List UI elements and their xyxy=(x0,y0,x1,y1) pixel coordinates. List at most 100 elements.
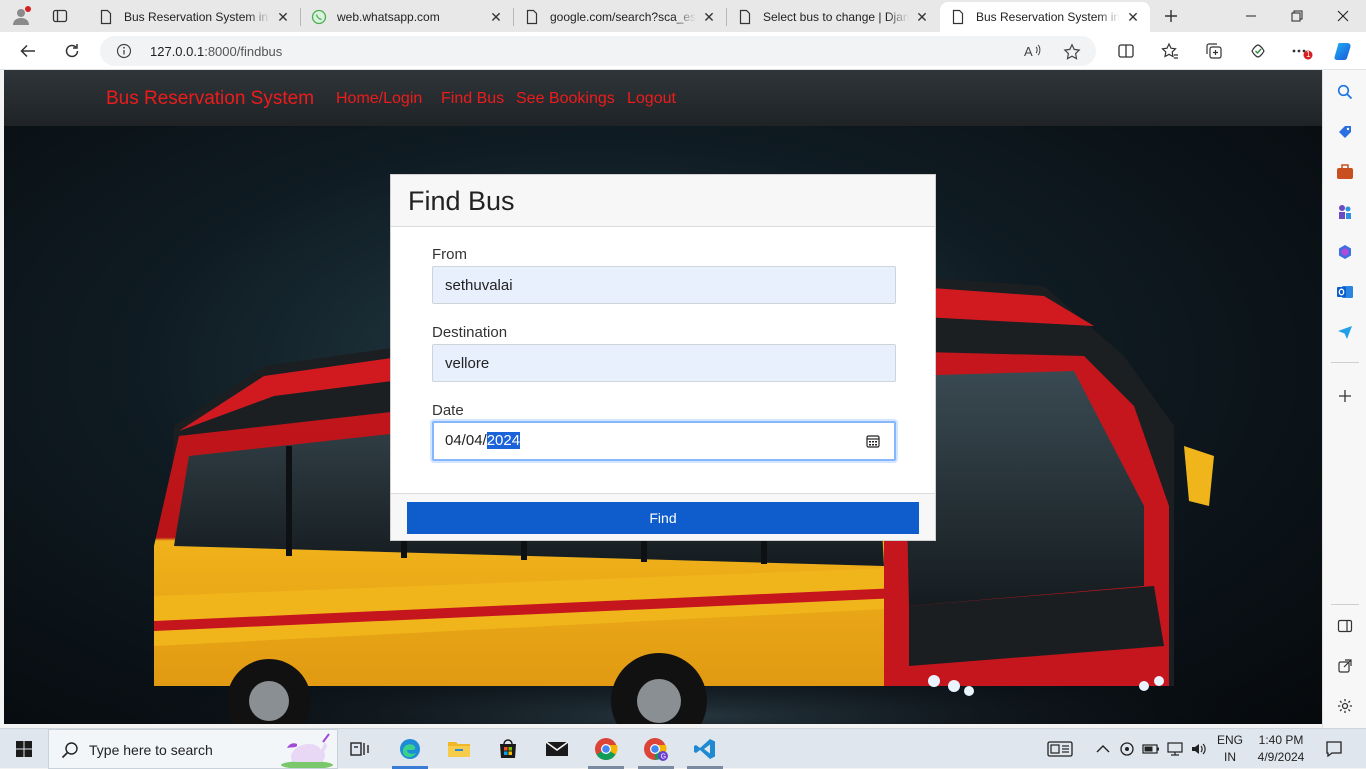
site-info-icon[interactable] xyxy=(116,43,132,59)
volume-icon[interactable] xyxy=(1188,735,1210,763)
destination-value: vellore xyxy=(445,355,490,372)
tab-title: Select bus to change | Djang xyxy=(763,10,909,24)
copilot-icon[interactable] xyxy=(1330,37,1358,65)
settings-more-icon[interactable]: 1 xyxy=(1288,37,1316,65)
input-language-bottom[interactable]: IN xyxy=(1214,750,1246,764)
collections-icon[interactable] xyxy=(1200,37,1228,65)
date-prefix: 04/04/ xyxy=(445,432,487,449)
chrome-profile-icon[interactable]: G xyxy=(642,735,670,763)
restore-icon[interactable] xyxy=(1274,0,1320,32)
tab-title: google.com/search?sca_esv xyxy=(550,10,696,24)
send-drop-icon[interactable] xyxy=(1335,322,1355,342)
mail-icon[interactable] xyxy=(543,735,571,763)
network-icon[interactable] xyxy=(1164,735,1186,763)
microsoft-365-icon[interactable] xyxy=(1335,242,1355,262)
nav-link-see-bookings[interactable]: See Bookings xyxy=(516,90,615,108)
page-icon xyxy=(737,9,753,25)
destination-input[interactable]: vellore xyxy=(432,344,896,382)
games-chess-icon[interactable] xyxy=(1335,202,1355,222)
task-view-icon[interactable] xyxy=(346,735,374,763)
tools-briefcase-icon[interactable] xyxy=(1335,162,1355,182)
new-tab-icon[interactable] xyxy=(1158,4,1184,28)
close-tab-icon[interactable]: ✕ xyxy=(487,8,505,26)
back-icon[interactable] xyxy=(14,37,42,65)
url-bar[interactable]: 127.0.0.1:8000/findbus A xyxy=(100,36,1096,66)
favorites-icon[interactable] xyxy=(1156,37,1184,65)
split-screen-icon[interactable] xyxy=(1112,37,1140,65)
tab-title: Bus Reservation System in D xyxy=(976,10,1120,24)
close-tab-icon[interactable]: ✕ xyxy=(700,8,718,26)
windows-start-icon[interactable] xyxy=(10,735,38,763)
close-tab-icon[interactable]: ✕ xyxy=(913,8,931,26)
edge-taskbar-icon[interactable] xyxy=(396,735,424,763)
open-external-icon[interactable] xyxy=(1335,656,1355,676)
date-input[interactable]: 04/04/2024 xyxy=(432,421,896,461)
tab-title: web.whatsapp.com xyxy=(337,10,440,24)
notifications-icon[interactable] xyxy=(1320,735,1348,763)
battery-icon[interactable] xyxy=(1140,735,1162,763)
card-header: Find Bus xyxy=(391,175,935,227)
nav-link-logout[interactable]: Logout xyxy=(627,90,676,108)
page-icon xyxy=(950,9,966,25)
add-sidebar-app-icon[interactable] xyxy=(1335,386,1355,406)
clock-date[interactable]: 4/9/2024 xyxy=(1250,750,1312,764)
page-viewport: Bus Reservation System Home/Login Find B… xyxy=(4,70,1322,724)
search-highlight-unicorn-icon xyxy=(277,732,335,768)
file-explorer-icon[interactable] xyxy=(445,735,473,763)
date-year-selected: 2024 xyxy=(486,432,521,449)
url-path: :8000/findbus xyxy=(204,44,283,59)
tab-google-search[interactable]: google.com/search?sca_esv ✕ xyxy=(514,2,726,32)
card-title: Find Bus xyxy=(408,186,515,216)
nav-link-home-login[interactable]: Home/Login xyxy=(336,90,422,108)
find-bus-card: Find Bus From sethuvalai Destination vel… xyxy=(390,174,936,541)
tab-actions-icon[interactable] xyxy=(47,4,73,28)
tab-title: Bus Reservation System in Dj xyxy=(124,10,270,24)
url-text: 127.0.0.1:8000/findbus xyxy=(150,44,282,59)
sidebar-separator xyxy=(1331,362,1359,363)
from-input[interactable]: sethuvalai xyxy=(432,266,896,304)
shopping-tag-icon[interactable] xyxy=(1335,122,1355,142)
sidebar-settings-gear-icon[interactable] xyxy=(1335,696,1355,716)
edge-sidebar xyxy=(1322,70,1366,728)
svg-text:A: A xyxy=(1024,44,1033,59)
close-tab-icon[interactable]: ✕ xyxy=(274,8,292,26)
close-tab-icon[interactable]: ✕ xyxy=(1124,8,1142,26)
tab-bus-reservation-1[interactable]: Bus Reservation System in Dj ✕ xyxy=(88,2,300,32)
vscode-icon[interactable] xyxy=(691,735,719,763)
read-aloud-icon[interactable]: A xyxy=(1024,43,1042,59)
outlook-icon[interactable] xyxy=(1335,282,1355,302)
tab-django-admin[interactable]: Select bus to change | Djang ✕ xyxy=(727,2,939,32)
news-widget-icon[interactable] xyxy=(1046,735,1074,763)
browser-tab-strip: Bus Reservation System in Dj ✕ web.whats… xyxy=(0,0,1366,32)
chrome-icon[interactable] xyxy=(592,735,620,763)
taskbar-search-box[interactable]: Type here to search xyxy=(48,729,338,769)
browser-essentials-icon[interactable] xyxy=(1244,37,1272,65)
from-value: sethuvalai xyxy=(445,277,513,294)
tab-bus-reservation-active[interactable]: Bus Reservation System in D ✕ xyxy=(940,2,1150,32)
search-icon xyxy=(61,741,79,759)
clock-time[interactable]: 1:40 PM xyxy=(1250,733,1312,747)
close-window-icon[interactable] xyxy=(1320,0,1366,32)
input-language-top[interactable]: ENG xyxy=(1214,733,1246,747)
svg-text:G: G xyxy=(661,754,666,761)
calendar-icon[interactable] xyxy=(866,434,880,448)
site-navbar: Bus Reservation System Home/Login Find B… xyxy=(4,70,1322,126)
hide-sidebar-icon[interactable] xyxy=(1335,616,1355,636)
show-hidden-icons-chevron-up-icon[interactable] xyxy=(1092,735,1114,763)
destination-label: Destination xyxy=(432,324,508,341)
minimize-icon[interactable] xyxy=(1228,0,1274,32)
meet-now-icon[interactable] xyxy=(1116,735,1138,763)
site-brand[interactable]: Bus Reservation System xyxy=(106,88,314,110)
nav-link-find-bus[interactable]: Find Bus xyxy=(441,90,504,108)
favorite-star-icon[interactable] xyxy=(1063,43,1081,61)
profile-icon[interactable] xyxy=(8,4,34,28)
search-icon[interactable] xyxy=(1335,82,1355,102)
microsoft-store-icon[interactable] xyxy=(494,735,522,763)
find-button[interactable]: Find xyxy=(407,502,919,534)
whatsapp-icon xyxy=(311,9,327,25)
refresh-icon[interactable] xyxy=(58,37,86,65)
url-host: 127.0.0.1 xyxy=(150,44,205,59)
taskbar-search-placeholder: Type here to search xyxy=(89,742,213,758)
tab-whatsapp[interactable]: web.whatsapp.com ✕ xyxy=(301,2,513,32)
page-icon xyxy=(98,9,114,25)
